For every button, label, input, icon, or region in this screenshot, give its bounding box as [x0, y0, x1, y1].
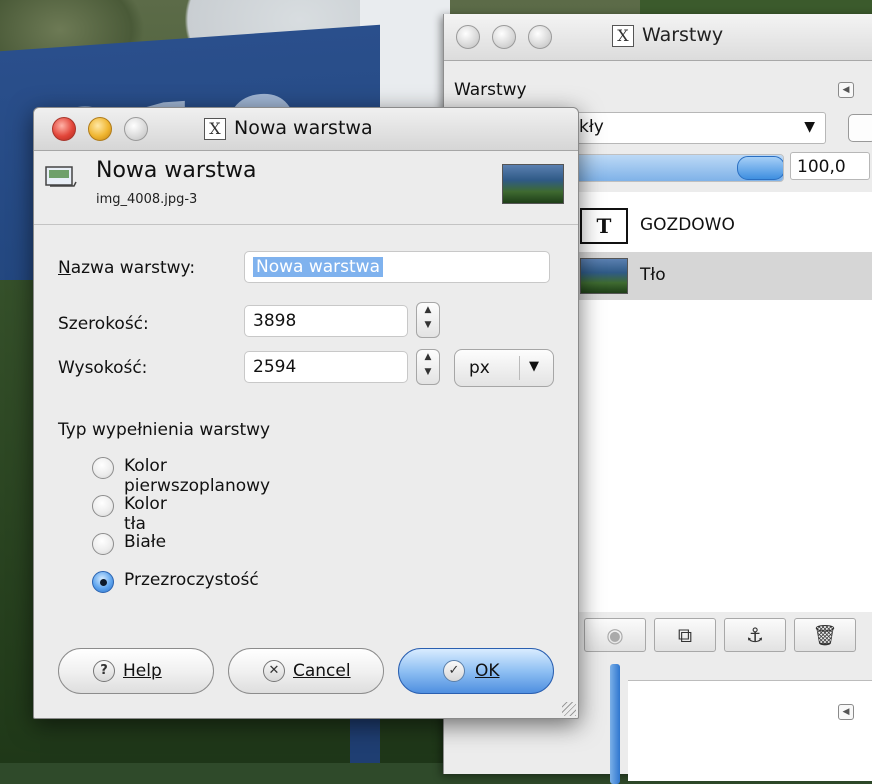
width-stepper[interactable]: ▲ ▼: [416, 302, 440, 338]
resize-grip[interactable]: [562, 702, 576, 716]
image-name: img_4008.jpg-3: [96, 192, 198, 207]
layers-window-titlebar[interactable]: X Warstwy: [444, 14, 872, 61]
new-layer-icon: [45, 166, 77, 187]
minimize-window-button[interactable]: [492, 25, 516, 49]
layers-panel-label: Warstwy: [454, 80, 527, 100]
image-thumbnail: [502, 164, 564, 204]
anchor-circle-icon[interactable]: ◉: [584, 618, 646, 652]
layer-name-value: Nowa warstwa: [253, 257, 383, 277]
lower-dock-panel: [628, 680, 872, 781]
divider: [519, 356, 520, 380]
zoom-dialog-button[interactable]: [124, 117, 148, 141]
opacity-slider[interactable]: [554, 154, 784, 182]
close-window-button[interactable]: [456, 25, 480, 49]
width-input[interactable]: 3898: [244, 305, 408, 337]
height-stepper[interactable]: ▲ ▼: [416, 349, 440, 385]
ok-button[interactable]: ✓ OK: [398, 648, 554, 694]
layer-name-label: Nazwa warstwy:: [58, 258, 195, 278]
checkmark-icon: ✓: [443, 660, 465, 682]
new-layer-dialog: X Nowa warstwa Nowa warstwa img_4008.jpg-…: [33, 107, 579, 719]
x11-icon: X: [204, 117, 226, 140]
panel-menu-icon[interactable]: ◀: [838, 704, 854, 720]
chevron-down-icon: ▼: [804, 119, 815, 135]
panel-menu-icon[interactable]: ◀: [838, 82, 854, 98]
help-icon: ?: [93, 660, 115, 682]
lock-checkbox[interactable]: [848, 114, 872, 142]
layers-toolbar: ▫ ◉ ⧉ ⚓ 🗑: [514, 616, 872, 656]
cancel-button[interactable]: ✕ Cancel: [228, 648, 384, 694]
opacity-value-input[interactable]: 100,0: [790, 152, 870, 180]
unit-value: px: [469, 358, 490, 378]
fill-option-label: Białe: [124, 532, 167, 552]
width-label: Szerokość:: [58, 314, 149, 334]
dialog-title-text: Nowa warstwa: [234, 117, 373, 139]
dialog-title: X Nowa warstwa: [204, 117, 373, 140]
radio-button[interactable]: [92, 495, 114, 517]
opacity-slider-handle[interactable]: [737, 156, 783, 180]
minimize-dialog-button[interactable]: [88, 117, 112, 141]
height-label: Wysokość:: [58, 358, 148, 378]
x11-icon: X: [612, 24, 634, 47]
panel-splitter[interactable]: [610, 664, 620, 784]
fill-type-label: Typ wypełnienia warstwy: [58, 420, 271, 440]
layer-thumbnail: [580, 258, 628, 294]
delete-layer-button[interactable]: 🗑: [794, 618, 856, 652]
dialog-titlebar[interactable]: X Nowa warstwa: [34, 108, 578, 151]
layer-name-label-text: azwa warstwy:: [70, 258, 196, 278]
height-input[interactable]: 2594: [244, 351, 408, 383]
help-button[interactable]: ? Help: [58, 648, 214, 694]
layer-name: Tło: [640, 265, 666, 285]
radio-button-selected[interactable]: [92, 571, 114, 593]
layers-list: T GOZDOWO Tło: [554, 192, 872, 612]
unit-select[interactable]: px ▼: [454, 349, 554, 387]
fill-option-label: Kolor pierwszoplanowy: [124, 456, 271, 496]
layer-row-tlo[interactable]: Tło: [554, 252, 872, 300]
layer-name-input[interactable]: Nowa warstwa: [244, 251, 550, 283]
close-dialog-button[interactable]: [52, 117, 76, 141]
fill-option-label: Przezroczystość: [124, 570, 259, 590]
ok-button-label: OK: [475, 661, 500, 681]
chevron-down-icon: ▼: [529, 359, 539, 374]
fill-option-label: Kolor tła: [124, 494, 167, 534]
text-layer-icon: T: [580, 208, 628, 244]
help-button-label: Help: [123, 661, 162, 681]
anchor-layer-button[interactable]: ⚓: [724, 618, 786, 652]
layer-name-label-mnemonic: N: [58, 258, 71, 278]
cancel-icon: ✕: [263, 660, 285, 682]
cancel-button-label: Cancel: [293, 661, 351, 681]
layer-mode-select[interactable]: ykły ▼: [554, 112, 826, 144]
layers-window-title-text: Warstwy: [642, 24, 724, 46]
layers-window-title: X Warstwy: [612, 24, 723, 47]
dialog-heading: Nowa warstwa: [96, 158, 257, 183]
duplicate-layer-button[interactable]: ⧉: [654, 618, 716, 652]
layer-name: GOZDOWO: [640, 215, 735, 235]
layer-row-gozdowo[interactable]: T GOZDOWO: [554, 202, 872, 250]
divider: [34, 224, 578, 225]
radio-button[interactable]: [92, 457, 114, 479]
zoom-window-button[interactable]: [528, 25, 552, 49]
radio-button[interactable]: [92, 533, 114, 555]
